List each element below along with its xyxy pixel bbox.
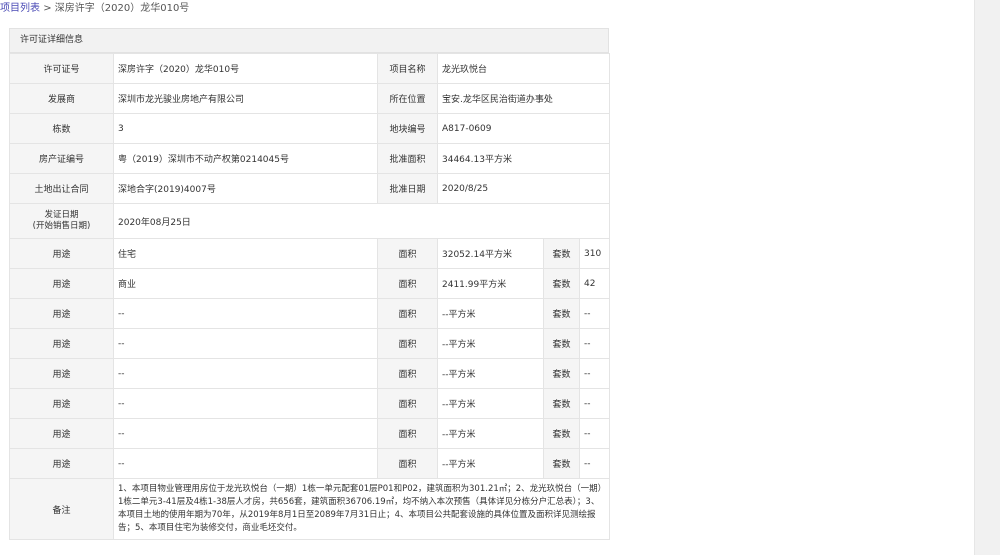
area-value: --平方米: [437, 358, 544, 389]
usage-row: 用途 -- 面积 --平方米 套数 --: [9, 298, 611, 329]
usage-value: --: [113, 418, 378, 449]
approved-area-label: 批准面积: [377, 143, 438, 174]
panel-title: 许可证详细信息: [9, 28, 609, 53]
developer-label: 发展商: [9, 83, 114, 114]
area-label: 面积: [377, 358, 438, 389]
property-cert-label: 房产证编号: [9, 143, 114, 174]
units-label: 套数: [543, 298, 580, 329]
usage-row: 用途 -- 面积 --平方米 套数 --: [9, 418, 611, 449]
approved-area-value: 34464.13平方米: [436, 143, 611, 174]
area-label: 面积: [377, 328, 438, 359]
units-label: 套数: [543, 238, 580, 269]
buildings-value: 3: [113, 113, 378, 144]
usage-label: 用途: [9, 388, 114, 419]
usage-value: --: [113, 298, 378, 329]
area-value: --平方米: [437, 328, 544, 359]
area-label: 面积: [377, 268, 438, 299]
table-row: 房产证编号 粤（2019）深圳市不动产权第0214045号 批准面积 34464…: [9, 143, 611, 174]
units-value: --: [578, 418, 611, 449]
usage-label: 用途: [9, 238, 114, 269]
units-label: 套数: [543, 448, 580, 479]
units-label: 套数: [543, 358, 580, 389]
license-no-label: 许可证号: [9, 53, 114, 84]
license-detail-table: 许可证号 深房许字（2020）龙华010号 项目名称 龙光玖悦台 发展商 深圳市…: [9, 53, 611, 540]
usage-value: 住宅: [113, 238, 378, 269]
license-no-value: 深房许字（2020）龙华010号: [113, 53, 378, 84]
area-value: --平方米: [437, 448, 544, 479]
table-row: 发展商 深圳市龙光骏业房地产有限公司 所在位置 宝安.龙华区民治街道办事处: [9, 83, 611, 114]
usage-row: 用途 -- 面积 --平方米 套数 --: [9, 328, 611, 359]
remarks-label: 备注: [9, 478, 114, 540]
usage-row: 用途 住宅 面积 32052.14平方米 套数 310: [9, 238, 611, 269]
page-scrollbar[interactable]: [974, 0, 1000, 555]
area-label: 面积: [377, 238, 438, 269]
location-label: 所在位置: [377, 83, 438, 114]
property-cert-value: 粤（2019）深圳市不动产权第0214045号: [113, 143, 378, 174]
units-value: --: [578, 358, 611, 389]
usage-value: --: [113, 328, 378, 359]
area-label: 面积: [377, 388, 438, 419]
usage-label: 用途: [9, 298, 114, 329]
usage-value: --: [113, 358, 378, 389]
units-label: 套数: [543, 268, 580, 299]
developer-value: 深圳市龙光骏业房地产有限公司: [113, 83, 378, 114]
usage-label: 用途: [9, 328, 114, 359]
usage-row: 用途 -- 面积 --平方米 套数 --: [9, 358, 611, 389]
project-name-value: 龙光玖悦台: [436, 53, 611, 84]
units-value: --: [578, 388, 611, 419]
table-row: 栋数 3 地块编号 A817-0609: [9, 113, 611, 144]
table-row: 发证日期 (开始销售日期) 2020年08月25日: [9, 203, 611, 239]
usage-value: --: [113, 388, 378, 419]
usage-row: 用途 -- 面积 --平方米 套数 --: [9, 448, 611, 479]
usage-label: 用途: [9, 418, 114, 449]
land-contract-value: 深地合字(2019)4007号: [113, 173, 378, 204]
approved-date-label: 批准日期: [377, 173, 438, 204]
issue-date-label: 发证日期 (开始销售日期): [9, 203, 114, 239]
usage-row: 用途 -- 面积 --平方米 套数 --: [9, 388, 611, 419]
area-label: 面积: [377, 298, 438, 329]
usage-value: --: [113, 448, 378, 479]
table-row: 土地出让合同 深地合字(2019)4007号 批准日期 2020/8/25: [9, 173, 611, 204]
units-value: --: [578, 328, 611, 359]
usage-label: 用途: [9, 358, 114, 389]
area-value: --平方米: [437, 298, 544, 329]
remarks-value: 1、本项目物业管理用房位于龙光玖悦台（一期）1栋一单元配套01层P01和P02，…: [112, 478, 611, 540]
usage-label: 用途: [9, 448, 114, 479]
usage-value: 商业: [113, 268, 378, 299]
breadcrumb: 项目列表 > 深房许字（2020）龙华010号: [0, 2, 189, 16]
breadcrumb-project-list-link[interactable]: 项目列表: [0, 3, 40, 14]
location-value: 宝安.龙华区民治街道办事处: [436, 83, 611, 114]
units-value: 42: [578, 268, 611, 299]
units-value: 310: [578, 238, 611, 269]
issue-date-label-line1: 发证日期: [44, 210, 79, 220]
breadcrumb-separator: >: [43, 3, 52, 14]
land-contract-label: 土地出让合同: [9, 173, 114, 204]
buildings-label: 栋数: [9, 113, 114, 144]
units-value: --: [578, 298, 611, 329]
area-value: 2411.99平方米: [437, 268, 544, 299]
approved-date-value: 2020/8/25: [436, 173, 611, 204]
license-detail-panel: 许可证详细信息 许可证号 深房许字（2020）龙华010号 项目名称 龙光玖悦台…: [9, 28, 611, 540]
units-label: 套数: [543, 418, 580, 449]
issue-date-label-line2: (开始销售日期): [32, 221, 91, 231]
area-label: 面积: [377, 448, 438, 479]
usage-label: 用途: [9, 268, 114, 299]
area-value: --平方米: [437, 388, 544, 419]
area-label: 面积: [377, 418, 438, 449]
area-value: 32052.14平方米: [437, 238, 544, 269]
plot-no-value: A817-0609: [436, 113, 611, 144]
usage-row: 用途 商业 面积 2411.99平方米 套数 42: [9, 268, 611, 299]
units-value: --: [578, 448, 611, 479]
plot-no-label: 地块编号: [377, 113, 438, 144]
area-value: --平方米: [437, 418, 544, 449]
table-row: 许可证号 深房许字（2020）龙华010号 项目名称 龙光玖悦台: [9, 53, 611, 84]
project-name-label: 项目名称: [377, 53, 438, 84]
issue-date-value: 2020年08月25日: [112, 203, 611, 239]
units-label: 套数: [543, 328, 580, 359]
units-label: 套数: [543, 388, 580, 419]
breadcrumb-current: 深房许字（2020）龙华010号: [54, 3, 190, 14]
table-row: 备注 1、本项目物业管理用房位于龙光玖悦台（一期）1栋一单元配套01层P01和P…: [9, 478, 611, 540]
